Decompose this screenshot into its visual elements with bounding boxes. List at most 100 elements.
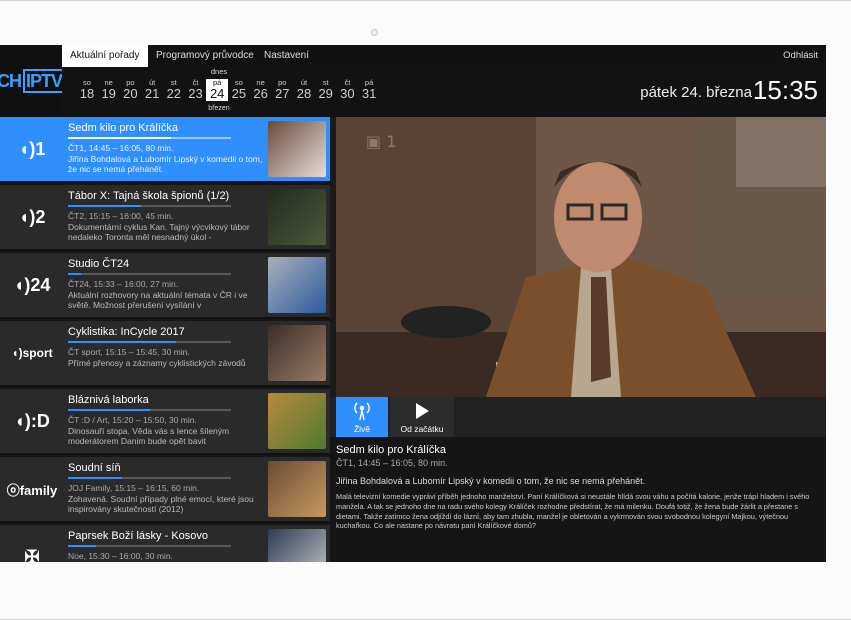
svg-text:▣ 1: ▣ 1 [366,132,396,151]
day-31[interactable]: pá 31 [358,79,380,101]
current-date: pátek 24. března [640,84,752,101]
channel-item[interactable]: ✠ Paprsek Boží lásky - Kosovo Noe, 15:30 –… [0,525,330,562]
program-title: Paprsek Boží lásky - Kosovo [68,530,209,542]
program-progress [68,273,231,275]
detail-title: Sedm kilo pro Králíčka [336,444,447,456]
program-title: Tábor X: Tajná škola špionů (1/2) [68,190,230,202]
tab-aktualni-porady[interactable]: Aktuální pořady [62,45,148,67]
program-progress [68,477,231,479]
tab-programovy-pruvodce[interactable]: Programový průvodce [148,45,262,67]
program-meta: ČT :D / Art, 15:20 – 15:50, 30 min. [68,415,197,425]
app-logo: CH IPTV [0,45,66,117]
day-number: 21 [144,86,160,101]
day-23[interactable]: čt 23 [185,79,207,101]
program-progress [68,341,231,343]
program-description: Zohavená. Soudní případy plné emocí, kte… [68,494,254,514]
live-button[interactable]: Živě [336,397,388,437]
program-progress-fill [68,205,142,207]
app-screen: Aktuální pořady Programový průvodce Nast… [0,45,826,562]
day-24[interactable]: pá 24 [206,79,229,101]
program-thumbnail [268,393,326,449]
day-29[interactable]: st 29 [315,79,337,101]
day-number: 28 [296,86,312,101]
day-26[interactable]: ne 26 [250,79,272,101]
day-18[interactable]: so 18 [76,79,98,101]
day-20[interactable]: po 20 [119,79,141,101]
video-player[interactable]: ▣ 1 [336,117,826,397]
program-progress-fill [68,409,150,411]
channel-item[interactable]: ⓞfamily Soudní síň JOJ Family, 15:15 – 16:… [0,457,330,523]
channel-logo: ✠ [24,546,40,563]
detail-summary: Jiřina Bohdalová a Lubomír Lipský v kome… [336,476,646,486]
channel-item[interactable]: ◖)24 Studio ČT24 ČT24, 15:33 – 16:00, 27 m… [0,253,330,319]
day-25[interactable]: so 25 [228,79,250,101]
channel-logo: ◖):D [14,410,50,431]
program-description: Přímé přenosy a záznamy cyklistických zá… [68,358,246,368]
channel-item[interactable]: ◖)1 Sedm kilo pro Králíčka ČT1, 14:45 – 16… [0,117,330,183]
program-detail: Sedm kilo pro Králíčka ČT1, 14:45 – 16:0… [330,437,826,562]
broadcast-icon [354,402,370,421]
from-start-button[interactable]: Od začátku [390,397,454,437]
tab-nastaveni[interactable]: Nastavení [256,45,317,67]
program-progress [68,205,231,207]
program-meta: ČT sport, 15:15 – 15:45, 30 min. [68,347,190,357]
channel-logo: ◖)sport [11,346,53,360]
top-navigation: Aktuální pořady Programový průvodce Nast… [0,45,826,67]
date-strip: dnes so 18 ne 19 po 20 út 21st 22 čt 23 pá 24 so 25 ne 2… [62,67,826,117]
channel-list: ◖)1 Sedm kilo pro Králíčka ČT1, 14:45 – 16… [0,117,330,562]
day-30[interactable]: čt 30 [336,79,358,101]
program-meta: Noe, 15:30 – 16:00, 30 min. [68,551,173,561]
from-start-label: Od začátku [400,424,444,434]
program-description: Dinosauří stopa. Věda vás s Ience šílený… [68,426,230,446]
program-progress [68,545,231,547]
program-title: Studio ČT24 [68,258,130,270]
program-meta: JOJ Family, 15:15 – 16:15, 60 min. [68,483,200,493]
player-controls: Živě Od začátku [330,397,826,437]
program-progress [68,137,231,139]
program-description: Jiřina Bohdalová a Lubomír Lipský v kome… [68,154,263,174]
channel-logo: ◖)1 [18,138,46,159]
month-label: březen [208,105,230,112]
day-number: 18 [79,86,95,101]
channel-logo: ◖)24 [13,274,51,295]
day-21[interactable]: út 21 [141,79,163,101]
program-meta: ČT1, 14:45 – 16:05, 80 min. [68,143,174,153]
day-number: 25 [231,86,247,101]
detail-meta: ČT1, 14:45 – 16:05, 80 min. [336,458,448,468]
today-label: dnes [210,67,228,76]
logout-link[interactable]: Odhlásit [783,45,818,67]
day-number: 19 [101,86,116,101]
day-number: 29 [318,86,333,101]
channel-item[interactable]: ◖)sport Cyklistika: InCycle 2017 ČT sport,… [0,321,330,387]
day-number: 24 [209,86,225,101]
program-progress-fill [68,137,171,139]
day-number: 30 [340,86,355,101]
program-progress-fill [68,545,96,547]
day-27[interactable]: po 27 [271,79,293,101]
detail-description: Malá televizní komedie vypráví příběh je… [336,492,810,531]
program-thumbnail [268,529,326,562]
day-22[interactable]: st 22 [163,79,185,101]
program-meta: ČT24, 15:33 – 16:00, 27 min. [68,279,179,289]
day-19[interactable]: ne 19 [98,79,120,101]
day-number: 27 [275,86,290,101]
program-progress-fill [68,273,82,275]
day-number: 23 [188,86,203,101]
program-thumbnail [268,257,326,313]
day-28[interactable]: út 28 [293,79,315,101]
program-description: Aktuální rozhovory na aktuální témata v … [68,290,248,310]
program-progress-fill [68,477,122,479]
day-number: 22 [166,86,182,101]
channel-item[interactable]: ◖):D Bláznivá laborka ČT :D / Art, 15:20 –… [0,389,330,455]
day-number: 26 [253,86,268,101]
program-progress [68,409,231,411]
channel-logo: ⓞfamily [6,482,58,498]
program-thumbnail [268,189,326,245]
play-icon [416,403,429,419]
day-number: 20 [123,86,138,101]
channel-item[interactable]: ◖)2 Tábor X: Tajná škola špionů (1/2) ČT2,… [0,185,330,251]
day-number: 31 [361,86,377,101]
program-progress-fill [68,341,176,343]
program-description: Dokumentární cyklus Kan. Tajný výcvikový… [68,222,250,242]
program-title: Sedm kilo pro Králíčka [68,122,179,134]
